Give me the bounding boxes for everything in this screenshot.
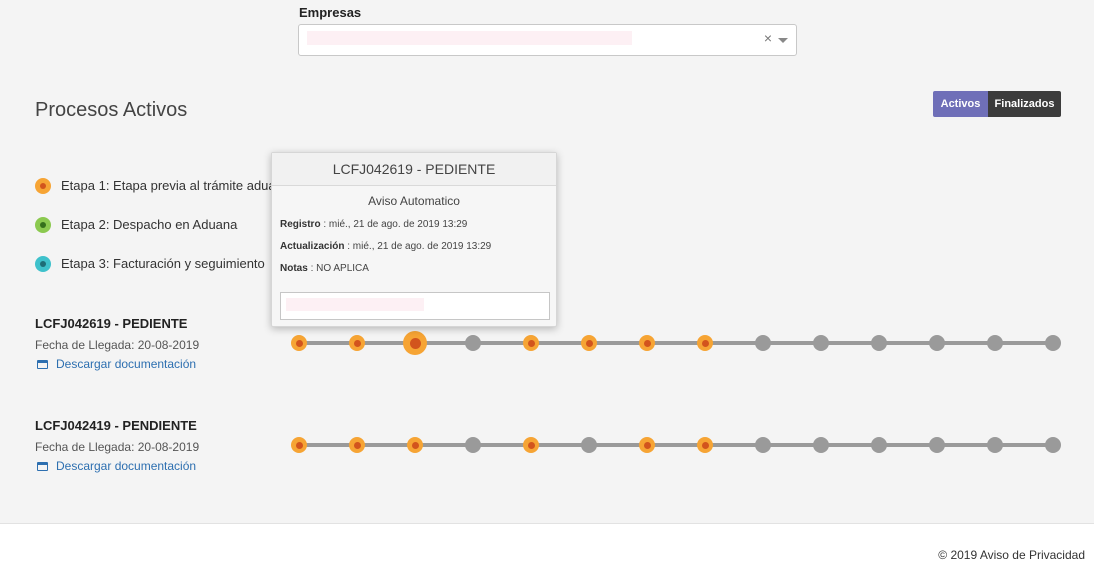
popover-text-field[interactable] xyxy=(280,292,550,320)
process-timeline xyxy=(291,434,1061,456)
arrival-date: Fecha de Llegada: 20-08-2019 xyxy=(35,440,200,454)
timeline-step[interactable] xyxy=(349,335,365,351)
legend-item-etapa-1: Etapa 1: Etapa previa al trámite aduaner… xyxy=(35,176,302,195)
timeline-step[interactable] xyxy=(403,331,427,355)
notas-row: Notas : NO APLICA xyxy=(272,263,556,274)
legend-item-etapa-2: Etapa 2: Despacho en Aduana xyxy=(35,215,302,234)
legend-label: Etapa 2: Despacho en Aduana xyxy=(61,217,238,232)
timeline-step[interactable] xyxy=(465,437,481,453)
registro-row: Registro : mié., 21 de ago. de 2019 13:2… xyxy=(272,219,556,230)
timeline-step[interactable] xyxy=(349,437,365,453)
timeline-step[interactable] xyxy=(813,437,829,453)
timeline-step[interactable] xyxy=(987,335,1003,351)
finalizados-button[interactable]: Finalizados xyxy=(988,91,1061,117)
status-toggle: Activos Finalizados xyxy=(933,91,1061,117)
timeline-step[interactable] xyxy=(465,335,481,351)
popover-subtitle: Aviso Automatico xyxy=(368,194,460,208)
actualizacion-value: : mié., 21 de ago. de 2019 13:29 xyxy=(344,241,492,252)
actualizacion-row: Actualización : mié., 21 de ago. de 2019… xyxy=(272,241,556,252)
inbox-icon xyxy=(37,461,48,471)
stage-legend: Etapa 1: Etapa previa al trámite aduaner… xyxy=(35,176,302,293)
timeline-step[interactable] xyxy=(407,437,423,453)
download-label: Descargar documentación xyxy=(56,459,197,473)
process-timeline xyxy=(291,331,1061,355)
step-detail-popover: LCFJ042619 - PEDIENTE Aviso Automatico R… xyxy=(271,152,557,327)
stage-dot-icon xyxy=(35,216,51,233)
timeline-step[interactable] xyxy=(697,437,713,453)
notas-value: : NO APLICA xyxy=(307,263,369,274)
arrival-date: Fecha de Llegada: 20-08-2019 xyxy=(35,338,200,352)
timeline-step[interactable] xyxy=(871,335,887,351)
timeline-step[interactable] xyxy=(581,335,597,351)
process-code: LCFJ042419 - PENDIENTE xyxy=(35,418,197,433)
inbox-icon xyxy=(37,359,48,369)
legend-label: Etapa 3: Facturación y seguimiento xyxy=(61,256,265,271)
process-item: LCFJ042419 - PENDIENTE Fecha de Llegada:… xyxy=(35,418,199,473)
chevron-down-icon[interactable] xyxy=(778,38,788,43)
timeline-step[interactable] xyxy=(291,335,307,351)
download-label: Descargar documentación xyxy=(56,357,197,371)
empresas-label: Empresas xyxy=(299,5,362,20)
privacy-link[interactable]: © 2019 Aviso de Privacidad xyxy=(938,548,1085,562)
timeline-step[interactable] xyxy=(813,335,829,351)
download-documents-link[interactable]: Descargar documentación xyxy=(35,357,199,371)
actualizacion-label: Actualización xyxy=(280,241,345,252)
stage-dot-icon xyxy=(35,255,51,272)
registro-value: : mié., 21 de ago. de 2019 13:29 xyxy=(320,219,468,230)
timeline-step[interactable] xyxy=(755,335,771,351)
timeline-step[interactable] xyxy=(871,437,887,453)
timeline-step[interactable] xyxy=(291,437,307,453)
stage-dot-icon xyxy=(35,177,51,194)
timeline-step[interactable] xyxy=(697,335,713,351)
page-title: Procesos Activos xyxy=(35,99,188,121)
activos-button[interactable]: Activos xyxy=(933,91,988,117)
empresas-selected-value xyxy=(307,31,632,45)
timeline-step[interactable] xyxy=(523,335,539,351)
registro-label: Registro xyxy=(280,219,321,230)
timeline-step[interactable] xyxy=(987,437,1003,453)
process-code: LCFJ042619 - PEDIENTE xyxy=(35,316,188,331)
timeline-step[interactable] xyxy=(639,335,655,351)
timeline-step[interactable] xyxy=(581,437,597,453)
process-item: LCFJ042619 - PEDIENTE Fecha de Llegada: … xyxy=(35,316,199,371)
notas-label: Notas xyxy=(280,263,308,274)
timeline-step[interactable] xyxy=(523,437,539,453)
timeline-step[interactable] xyxy=(1045,335,1061,351)
timeline-step[interactable] xyxy=(1045,437,1061,453)
empresas-select[interactable]: × xyxy=(298,24,797,56)
legend-item-etapa-3: Etapa 3: Facturación y seguimiento xyxy=(35,254,302,273)
footer: © 2019 Aviso de Privacidad xyxy=(0,523,1094,572)
timeline-step[interactable] xyxy=(929,437,945,453)
popover-title: LCFJ042619 - PEDIENTE xyxy=(272,153,556,186)
legend-label: Etapa 1: Etapa previa al trámite aduaner… xyxy=(61,178,302,193)
timeline-step[interactable] xyxy=(639,437,655,453)
timeline-step[interactable] xyxy=(755,437,771,453)
clear-icon[interactable]: × xyxy=(764,30,772,46)
timeline-step[interactable] xyxy=(929,335,945,351)
download-documents-link[interactable]: Descargar documentación xyxy=(35,459,199,473)
